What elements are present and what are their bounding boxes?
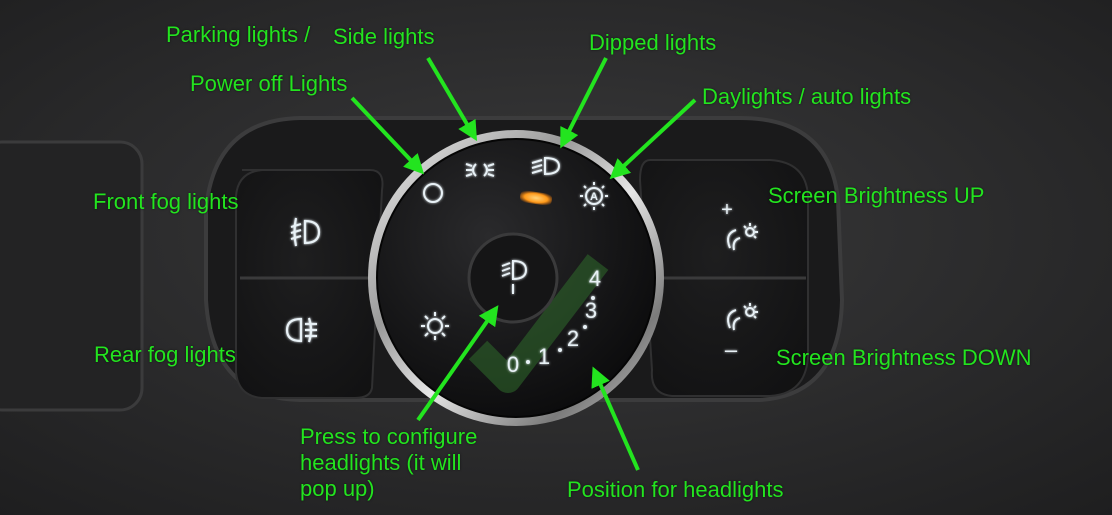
headlight-adjust-knob[interactable] [467, 232, 559, 324]
level-2-label: 2 [567, 326, 579, 351]
press-to-configure-line-1: Press to configure [300, 424, 478, 449]
level-dot [583, 325, 587, 329]
parking-lights-label: Parking lights / [166, 22, 311, 47]
press-to-configure-line-2: headlights (it will [300, 450, 462, 475]
level-4-label: 4 [589, 266, 601, 291]
level-dot [558, 348, 562, 352]
press-to-configure-label: Press to configure headlights (it will p… [300, 424, 515, 502]
level-1-label: 1 [538, 344, 550, 369]
svg-text:A: A [590, 191, 598, 203]
left-button-pad [235, 169, 384, 399]
light-switch-panel-photo: + – A 0 1 2 3 4 [0, 0, 1112, 515]
power-off-lights-label: Power off Lights [190, 71, 348, 96]
front-fog-lights-label: Front fog lights [93, 189, 239, 214]
minus-glyph: – [725, 337, 738, 362]
screen-brightness-down-label: Screen Brightness DOWN [776, 345, 1032, 370]
side-lights-label: Side lights [333, 24, 435, 49]
side-trim-panel [0, 140, 144, 412]
level-dot [526, 360, 530, 364]
position-for-headlights-label: Position for headlights [567, 477, 784, 502]
level-0-label: 0 [507, 352, 519, 377]
daylights-auto-lights-label: Daylights / auto lights [702, 84, 912, 109]
screen-brightness-up-label: Screen Brightness UP [768, 183, 985, 208]
press-to-configure-line-3: pop up) [300, 476, 375, 501]
level-3-label: 3 [585, 298, 597, 323]
level-dot [591, 296, 595, 300]
plus-glyph: + [721, 199, 733, 221]
dipped-lights-label: Dipped lights [589, 30, 717, 55]
rear-fog-lights-label: Rear fog lights [94, 342, 236, 367]
